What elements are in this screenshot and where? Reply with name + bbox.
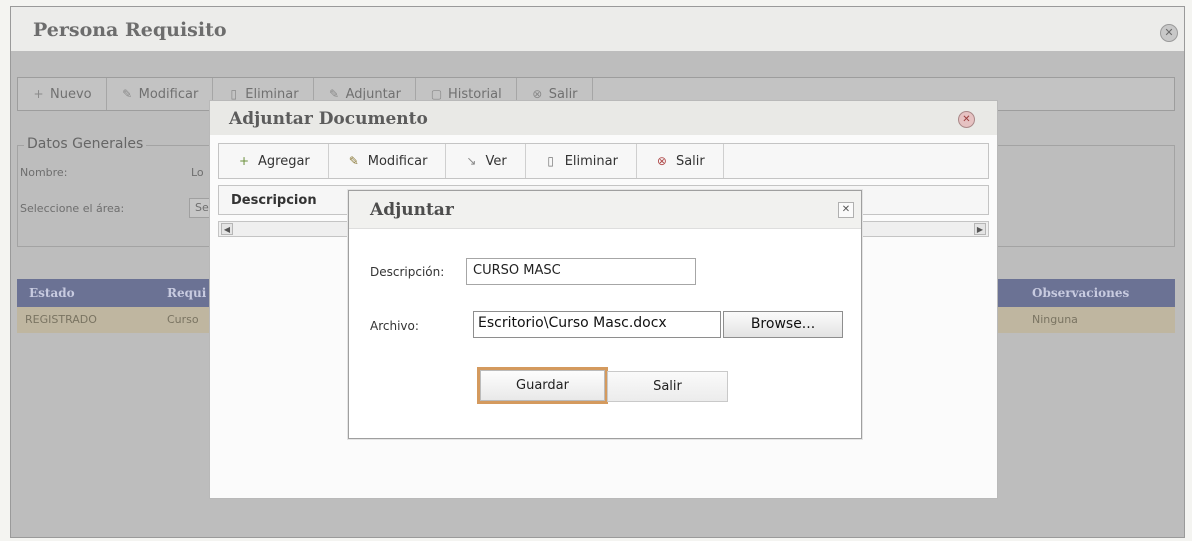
document-toolbar: + Agregar ✎ Modificar ↘ Ver ▯ Eliminar ⊗… bbox=[218, 143, 989, 179]
nombre-value: Lo bbox=[191, 166, 204, 179]
attach-icon: ✎ bbox=[329, 86, 340, 101]
descripcion-label: Descripción: bbox=[370, 265, 445, 279]
screenshot: Persona Requisito ✕ + Nuevo ✎ Modificar … bbox=[0, 0, 1192, 541]
column-header-requisito[interactable]: Requi bbox=[167, 286, 206, 300]
edit-icon: ✎ bbox=[348, 154, 359, 168]
column-header-estado[interactable]: Estado bbox=[29, 286, 75, 300]
window-title: Persona Requisito bbox=[33, 19, 227, 41]
group-legend: Datos Generales bbox=[24, 136, 147, 152]
edit-button[interactable]: ✎ Modificar bbox=[107, 78, 214, 110]
cell-estado: REGISTRADO bbox=[25, 313, 97, 326]
add-icon: + bbox=[238, 154, 250, 168]
guardar-button[interactable]: Guardar bbox=[477, 367, 608, 404]
edit-icon: ✎ bbox=[122, 86, 133, 101]
view-button[interactable]: ↘ Ver bbox=[446, 144, 526, 178]
cell-requisito: Curso bbox=[167, 313, 199, 326]
edit-button-label: Modificar bbox=[138, 86, 199, 102]
delete-button[interactable]: ▯ Eliminar bbox=[526, 144, 637, 178]
window-titlebar: Persona Requisito ✕ bbox=[11, 7, 1184, 51]
exit-icon: ⊗ bbox=[532, 86, 543, 101]
close-icon[interactable]: ✕ bbox=[958, 111, 975, 128]
column-header-descripcion[interactable]: Descripcion bbox=[231, 193, 317, 208]
edit-button-label: Modificar bbox=[367, 153, 428, 169]
exit-button[interactable]: ⊗ Salir bbox=[637, 144, 724, 178]
dialog-titlebar: Adjuntar Documento ✕ bbox=[210, 101, 997, 135]
archivo-path-field[interactable]: Escritorio\Curso Masc.docx bbox=[473, 311, 721, 338]
descripcion-input[interactable]: CURSO MASC bbox=[466, 258, 696, 285]
delete-icon: ▯ bbox=[547, 154, 554, 168]
dialog-title: Adjuntar Documento bbox=[229, 109, 428, 129]
scroll-left-icon[interactable]: ◀ bbox=[221, 223, 233, 235]
close-icon[interactable]: ✕ bbox=[838, 202, 854, 218]
archivo-label: Archivo: bbox=[370, 319, 419, 333]
browse-button[interactable]: Browse... bbox=[723, 311, 843, 338]
nombre-label: Nombre: bbox=[20, 166, 68, 179]
dialog-title: Adjuntar bbox=[370, 200, 454, 220]
history-icon: ▢ bbox=[430, 86, 443, 101]
delete-icon: ▯ bbox=[230, 86, 238, 101]
edit-button[interactable]: ✎ Modificar bbox=[329, 144, 447, 178]
column-header-observaciones[interactable]: Observaciones bbox=[1032, 286, 1129, 300]
close-icon[interactable]: ✕ bbox=[1160, 24, 1178, 42]
salir-button[interactable]: Salir bbox=[607, 371, 728, 402]
view-icon: ↘ bbox=[466, 154, 477, 168]
exit-button-label: Salir bbox=[675, 153, 705, 169]
guardar-button-label: Guardar bbox=[480, 370, 605, 401]
add-button-label: Agregar bbox=[258, 153, 310, 169]
view-button-label: Ver bbox=[485, 153, 507, 169]
cell-observaciones: Ninguna bbox=[1032, 313, 1078, 326]
add-button[interactable]: + Agregar bbox=[219, 144, 329, 178]
new-button-label: Nuevo bbox=[50, 86, 92, 102]
scroll-right-icon[interactable]: ▶ bbox=[974, 223, 986, 235]
delete-button-label: Eliminar bbox=[564, 153, 618, 169]
area-select-value: Se bbox=[195, 201, 209, 214]
exit-icon: ⊗ bbox=[656, 154, 667, 168]
area-label: Seleccione el área: bbox=[20, 202, 125, 215]
dialog-titlebar: Adjuntar ✕ bbox=[349, 191, 861, 229]
adjuntar-dialog: Adjuntar ✕ Descripción: CURSO MASC Archi… bbox=[348, 190, 862, 439]
new-button[interactable]: + Nuevo bbox=[18, 78, 107, 110]
new-icon: + bbox=[33, 86, 44, 101]
